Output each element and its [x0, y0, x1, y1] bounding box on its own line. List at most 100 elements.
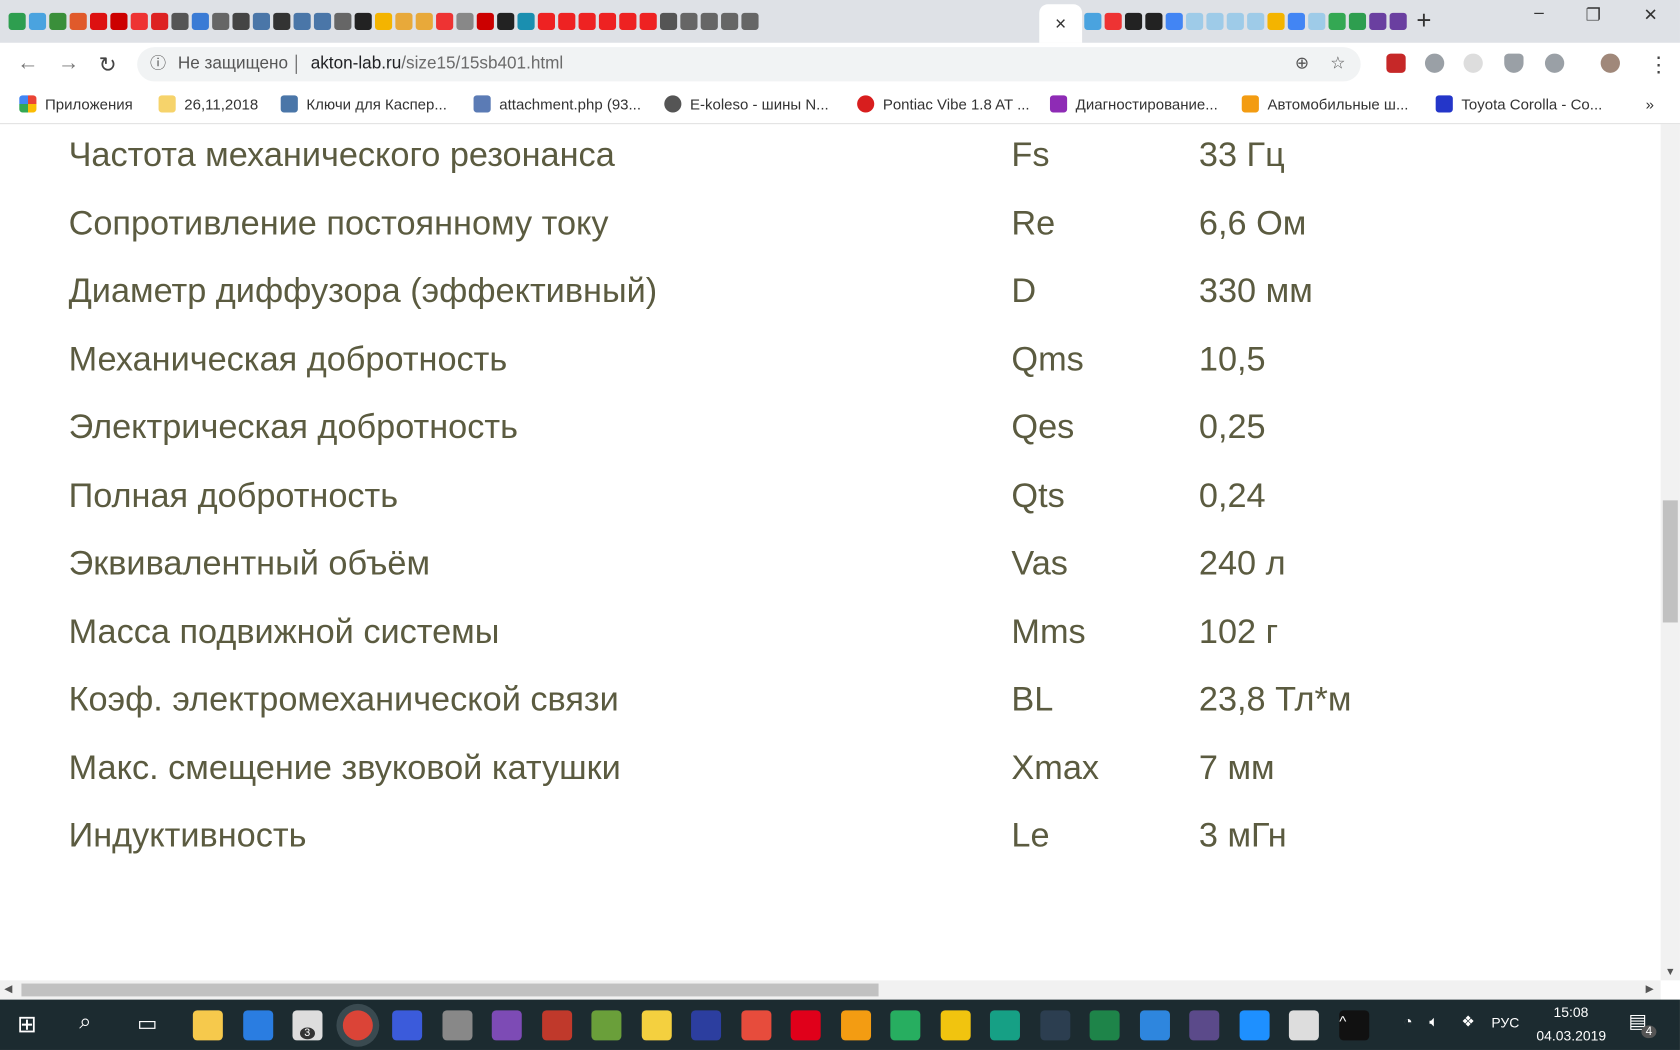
tab-favicon-icon[interactable] — [293, 12, 311, 30]
app-icon[interactable] — [989, 1010, 1020, 1041]
save-icon[interactable] — [392, 1010, 423, 1041]
security-label[interactable]: Не защищено — [178, 47, 288, 81]
scroll-right-arrow[interactable]: ▶ — [1646, 984, 1654, 996]
profile-avatar[interactable] — [1600, 53, 1620, 73]
tab-favicon-icon[interactable] — [680, 12, 698, 30]
tab-favicon-icon[interactable] — [1348, 12, 1367, 30]
tab-favicon-icon[interactable] — [191, 12, 209, 30]
volume-icon[interactable]: 🔈︎ — [1429, 1012, 1438, 1030]
wifi-icon[interactable]: ◔ — [1404, 1012, 1413, 1029]
bookmark-star-icon[interactable]: ☆ — [1330, 47, 1345, 81]
maximize-button[interactable]: ❐ — [1586, 4, 1601, 25]
close-window-button[interactable]: ✕ — [1644, 4, 1658, 25]
bookmark[interactable]: E-koleso - шины N... — [664, 95, 829, 113]
tab-favicon-icon[interactable] — [1206, 12, 1224, 30]
tab-favicon-icon[interactable] — [1267, 12, 1285, 30]
extension-icon[interactable] — [1386, 53, 1406, 73]
tab-favicon-icon[interactable] — [639, 12, 657, 30]
file-explorer-icon[interactable] — [192, 1010, 223, 1041]
tab-favicon-icon[interactable] — [1226, 12, 1244, 30]
tab-favicon-icon[interactable] — [110, 12, 128, 30]
tab-favicon-icon[interactable] — [354, 12, 372, 30]
tab-favicon-icon[interactable] — [232, 12, 250, 30]
tab-favicon-icon[interactable] — [659, 12, 678, 30]
url-text[interactable]: akton-lab.ru/size15/15sb401.html — [311, 47, 564, 81]
bookmark-apps[interactable]: Приложения — [19, 95, 133, 113]
extension-icon[interactable] — [1544, 53, 1565, 73]
active-tab[interactable]: × — [1039, 4, 1083, 43]
mixer-icon[interactable] — [1189, 1010, 1220, 1041]
language-indicator[interactable]: РУС — [1491, 1015, 1519, 1031]
app-icon[interactable] — [740, 1010, 771, 1041]
tab-favicon-icon[interactable] — [374, 12, 393, 30]
tab-favicon-icon[interactable] — [334, 12, 352, 30]
bookmark[interactable]: attachment.php (93... — [473, 95, 641, 113]
bookmark[interactable]: Ключи для Каспер... — [280, 95, 447, 113]
chrome-icon[interactable] — [342, 1010, 373, 1041]
viber-icon[interactable] — [491, 1010, 522, 1041]
app-icon[interactable] — [591, 1010, 622, 1041]
tab-favicon-icon[interactable] — [497, 12, 515, 30]
tab-favicon-icon[interactable] — [1124, 12, 1143, 30]
tab-favicon-icon[interactable] — [151, 12, 169, 30]
tab-favicon-icon[interactable] — [1084, 12, 1102, 30]
tab-favicon-icon[interactable] — [456, 12, 474, 30]
scroll-left-arrow[interactable]: ◀ — [4, 984, 12, 996]
forward-button[interactable]: → — [58, 51, 79, 76]
tab-favicon-icon[interactable] — [89, 12, 108, 30]
tab-favicon-icon[interactable] — [1104, 12, 1122, 30]
bookmark[interactable]: Диагностирование... — [1049, 95, 1218, 113]
tab-favicon-icon[interactable] — [517, 12, 535, 30]
tab-favicon-icon[interactable] — [476, 12, 494, 30]
vertical-scrollbar[interactable]: ▼ — [1660, 124, 1680, 981]
bookmark[interactable]: Автомобильные ш... — [1241, 95, 1408, 113]
clock-time[interactable]: 15:08 — [1554, 1004, 1589, 1020]
radiation-icon[interactable] — [641, 1010, 672, 1041]
tab-favicon-icon[interactable] — [578, 12, 596, 30]
tab-favicon-icon[interactable] — [1369, 12, 1387, 30]
opera-icon[interactable] — [790, 1010, 821, 1041]
search-icon[interactable]: ⌕ — [79, 1010, 91, 1035]
tab-favicon-icon[interactable] — [212, 12, 230, 30]
more-bookmarks-button[interactable]: » — [1646, 95, 1654, 112]
app-icon[interactable] — [1089, 1010, 1120, 1041]
rt-icon[interactable] — [1288, 1010, 1319, 1041]
tab-favicon-icon[interactable] — [1247, 12, 1265, 30]
info-icon[interactable]: ⓘ — [150, 47, 166, 81]
lightning-icon[interactable] — [940, 1010, 971, 1041]
app-icon[interactable] — [890, 1010, 921, 1041]
tab-favicon-icon[interactable] — [8, 12, 26, 30]
tab-favicon-icon[interactable] — [28, 12, 47, 30]
vertical-scroll-thumb[interactable] — [1662, 500, 1678, 623]
back-button[interactable]: ← — [17, 51, 38, 76]
new-tab-button[interactable]: + — [1416, 6, 1431, 36]
horizontal-scroll-thumb[interactable] — [21, 983, 879, 997]
close-tab-icon[interactable]: × — [1055, 12, 1066, 34]
tab-favicon-icon[interactable] — [1389, 12, 1407, 30]
tab-favicon-icon[interactable] — [436, 12, 454, 30]
tab-favicon-icon[interactable] — [313, 12, 332, 30]
calculator-icon[interactable] — [441, 1010, 472, 1041]
media-icon[interactable] — [1239, 1010, 1270, 1041]
dropbox-icon[interactable]: ❖ — [1461, 1012, 1474, 1030]
store-icon[interactable] — [242, 1010, 273, 1041]
bookmark[interactable]: Toyota Corolla - Co... — [1435, 95, 1602, 113]
tab-favicon-icon[interactable] — [558, 12, 576, 30]
tab-favicon-icon[interactable] — [537, 12, 555, 30]
tab-favicon-icon[interactable] — [1186, 12, 1204, 30]
zoom-icon[interactable]: ⊕ — [1295, 47, 1309, 81]
extension-a-icon[interactable] — [1463, 53, 1483, 73]
address-bar[interactable]: ⓘ Не защищено akton-lab.ru/size15/15sb40… — [137, 47, 1361, 82]
tab-favicon-icon[interactable] — [252, 12, 270, 30]
tab-favicon-icon[interactable] — [1165, 12, 1183, 30]
shield-icon[interactable] — [1504, 53, 1524, 73]
bookmark[interactable]: Pontiac Vibe 1.8 AT ... — [857, 95, 1030, 113]
tab-favicon-icon[interactable] — [1287, 12, 1305, 30]
tray-expand-icon[interactable]: ^ — [1339, 1012, 1346, 1029]
oscilloscope-icon[interactable] — [1039, 1010, 1070, 1041]
tab-favicon-icon[interactable] — [1308, 12, 1326, 30]
tab-favicon-icon[interactable] — [1145, 12, 1163, 30]
reload-button[interactable]: ↻ — [99, 51, 117, 78]
tab-favicon-icon[interactable] — [619, 12, 637, 30]
menu-icon[interactable]: ⋮ — [1648, 51, 1669, 78]
